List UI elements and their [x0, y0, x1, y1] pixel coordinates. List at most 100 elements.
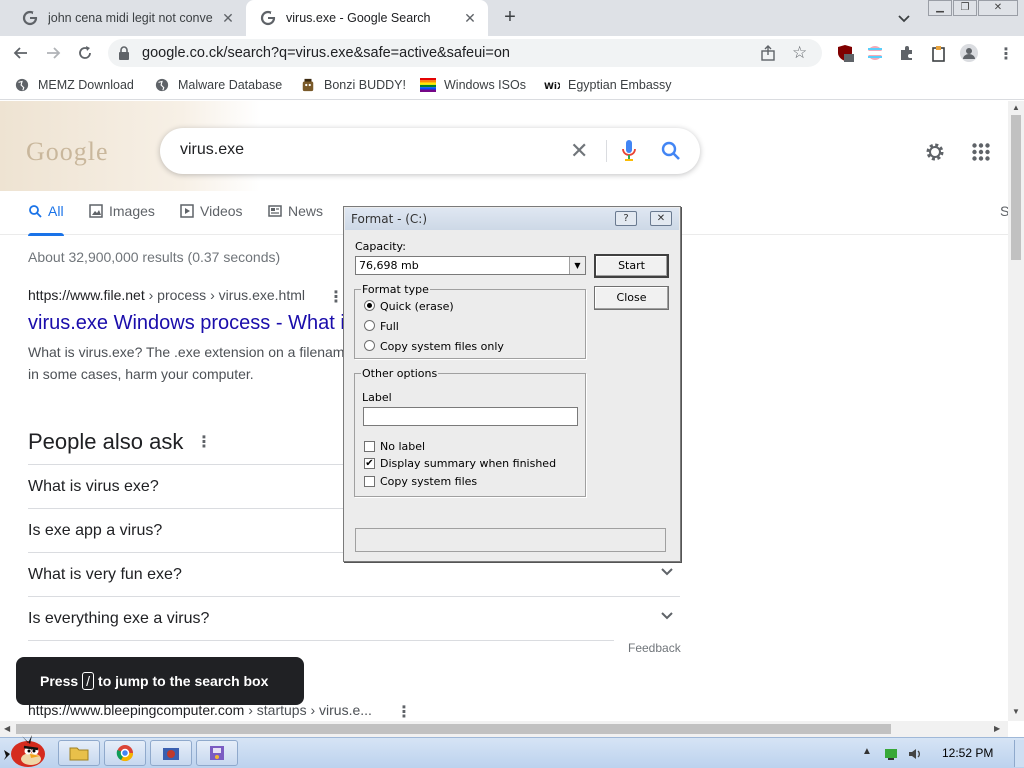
taskbar-app[interactable]: [150, 740, 192, 766]
bookmark-malware-database[interactable]: Malware Database: [154, 76, 282, 94]
tab-videos[interactable]: Videos: [180, 203, 243, 219]
result-options-icon[interactable]: ⋮: [396, 702, 412, 721]
bookmark-egyptian-embassy[interactable]: WiX Egyptian Embassy: [544, 76, 672, 94]
scroll-down-arrow-icon[interactable]: ▼: [1012, 707, 1020, 716]
vertical-scroll-thumb[interactable]: [1011, 115, 1021, 260]
network-tray-icon[interactable]: [884, 747, 898, 761]
bookmark-star-icon[interactable]: ☆: [792, 43, 807, 63]
search-icon: [29, 205, 42, 218]
folder-icon: [69, 747, 89, 761]
dialog-close-button[interactable]: ✕: [650, 211, 672, 226]
taskbar-explorer[interactable]: [58, 740, 100, 766]
result-title-link[interactable]: virus.exe Windows process - What is: [28, 312, 355, 335]
forward-button[interactable]: [42, 42, 64, 64]
microphone-icon[interactable]: [622, 139, 636, 163]
checkbox-display-summary[interactable]: ✔: [364, 458, 375, 469]
image-icon: [89, 204, 103, 218]
radio-quick-erase[interactable]: [364, 300, 375, 311]
lock-icon[interactable]: [118, 46, 130, 60]
address-bar[interactable]: google.co.ck/search?q=virus.exe&safe=act…: [108, 39, 822, 67]
close-window-button[interactable]: ✕: [978, 0, 1018, 16]
ublock-extension-icon[interactable]: [836, 44, 854, 62]
scroll-right-arrow-icon[interactable]: ▶: [994, 724, 1000, 733]
bookmark-bonzi-buddy[interactable]: Bonzi BUDDY!: [300, 76, 406, 94]
tab-images[interactable]: Images: [89, 203, 155, 219]
url-text[interactable]: google.co.ck/search?q=virus.exe&safe=act…: [142, 45, 510, 61]
radio-label[interactable]: Full: [380, 320, 399, 333]
tab-label: News: [288, 203, 324, 219]
result-stats: About 32,900,000 results (0.37 seconds): [28, 249, 281, 265]
capacity-select[interactable]: 76,698 mb ▼: [355, 256, 586, 275]
taskbar-chrome[interactable]: [104, 740, 146, 766]
paa-question[interactable]: Is everything exe a virus?: [28, 596, 680, 640]
scroll-up-arrow-icon[interactable]: ▲: [1012, 103, 1020, 112]
help-button[interactable]: ?: [615, 211, 637, 226]
label-input[interactable]: [363, 407, 578, 426]
bookmark-label: Malware Database: [178, 78, 283, 92]
extensions-puzzle-icon[interactable]: [898, 44, 916, 62]
feedback-link[interactable]: Feedback: [628, 641, 681, 655]
browser-tab-virus-search[interactable]: virus.exe - Google Search ✕: [246, 0, 488, 36]
radio-label[interactable]: Quick (erase): [380, 300, 454, 313]
bookmark-memz[interactable]: MEMZ Download: [14, 76, 134, 94]
search-input[interactable]: virus.exe: [180, 141, 244, 159]
tray-expand-icon[interactable]: ▲: [862, 746, 872, 757]
horizontal-scroll-thumb[interactable]: [16, 724, 891, 734]
share-icon[interactable]: [760, 45, 776, 61]
clear-search-icon[interactable]: ✕: [570, 138, 588, 164]
dialog-titlebar[interactable]: Format - (C:) ? ✕: [345, 208, 679, 230]
taskbar-format-dialog[interactable]: [196, 740, 238, 766]
rainbow-flag-icon: [420, 78, 436, 92]
search-box[interactable]: virus.exe ✕: [160, 128, 700, 174]
checkbox-label[interactable]: No label: [380, 440, 425, 453]
radio-copy-system-files-only[interactable]: [364, 340, 375, 351]
radio-full[interactable]: [364, 320, 375, 331]
google-doodle-logo[interactable]: Google: [26, 137, 109, 167]
radio-label[interactable]: Copy system files only: [380, 340, 504, 353]
vertical-scrollbar[interactable]: ▲ ▼: [1008, 101, 1024, 721]
tab-truncated[interactable]: S: [1000, 203, 1008, 219]
label-caption: Label: [362, 391, 392, 404]
restore-window-button[interactable]: ❐: [953, 0, 977, 16]
reload-button[interactable]: [74, 42, 96, 64]
clipboard-extension-icon[interactable]: [930, 44, 948, 62]
profile-avatar-icon[interactable]: [960, 44, 978, 62]
paa-divider: [28, 640, 614, 641]
paa-options-icon[interactable]: ⋮: [196, 432, 212, 452]
show-desktop-button[interactable]: [1014, 740, 1024, 767]
horizontal-scrollbar[interactable]: ◀ ▶: [0, 721, 1008, 737]
minimize-window-button[interactable]: ▁: [928, 0, 952, 16]
tab-search-chevron-icon[interactable]: [896, 10, 912, 26]
start-button[interactable]: Start: [594, 254, 669, 278]
volume-tray-icon[interactable]: [908, 747, 922, 761]
taskbar: ▲ 12:52 PM: [0, 735, 1024, 768]
new-tab-button[interactable]: +: [498, 5, 522, 29]
bookmark-windows-isos[interactable]: Windows ISOs: [420, 76, 526, 94]
tab-all[interactable]: All: [28, 203, 64, 236]
checkbox-copy-system-files[interactable]: [364, 476, 375, 487]
result-citation[interactable]: https://www.file.net › process › virus.e…: [28, 287, 305, 303]
globe-icon: [15, 78, 29, 92]
close-button[interactable]: Close: [594, 286, 669, 310]
browser-tab-john-cena[interactable]: john cena midi legit not conve ✕: [8, 0, 246, 36]
result-options-icon[interactable]: ⋮: [328, 287, 344, 307]
google-apps-grid-icon[interactable]: [972, 143, 990, 161]
start-button-angry-bird-icon[interactable]: [4, 732, 50, 768]
tab-news[interactable]: News: [268, 203, 323, 219]
back-button[interactable]: [10, 42, 32, 64]
chrome-menu-icon[interactable]: ⋮: [998, 44, 1014, 64]
dropdown-arrow-icon[interactable]: ▼: [569, 257, 585, 274]
checkbox-no-label[interactable]: [364, 441, 375, 452]
keyboard-shortcut-toast: Press / to jump to the search box: [16, 657, 304, 705]
format-dialog: Format - (C:) ? ✕ Capacity: 76,698 mb ▼ …: [343, 206, 681, 562]
pride-extension-icon[interactable]: [866, 44, 884, 62]
svg-text:WiX: WiX: [544, 82, 560, 92]
close-tab-icon[interactable]: ✕: [220, 10, 236, 27]
search-icon[interactable]: [660, 140, 682, 162]
browser-tab-strip: john cena midi legit not conve ✕ virus.e…: [0, 0, 1024, 36]
close-tab-icon[interactable]: ✕: [462, 10, 478, 27]
settings-gear-icon[interactable]: [924, 141, 946, 163]
taskbar-clock[interactable]: 12:52 PM: [942, 746, 993, 760]
checkbox-label[interactable]: Copy system files: [380, 475, 477, 488]
checkbox-label[interactable]: Display summary when finished: [380, 457, 556, 470]
